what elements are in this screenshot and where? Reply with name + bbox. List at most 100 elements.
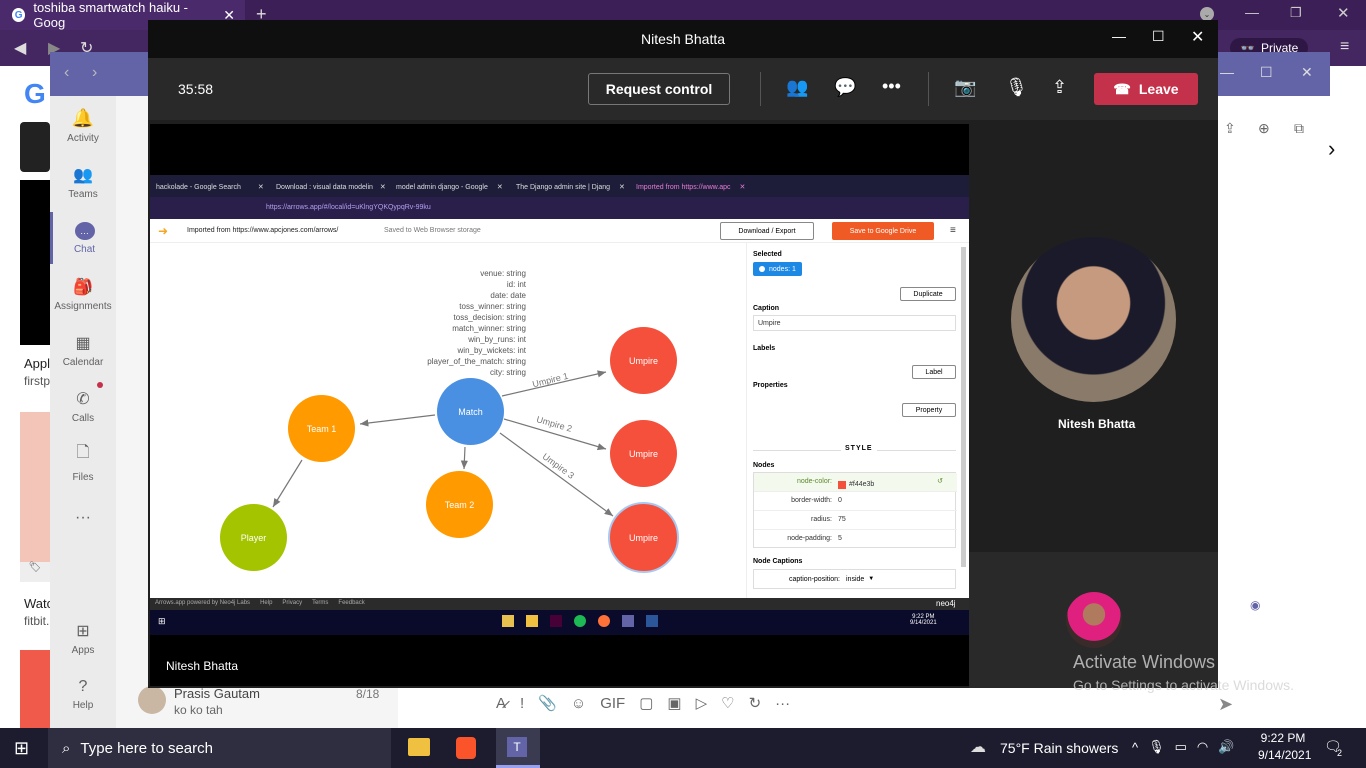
windows-start-icon[interactable]: ⊞ [14, 738, 29, 759]
chat-bubble-icon[interactable]: 💬 [834, 77, 856, 98]
stream-icon[interactable]: ▷ [696, 694, 708, 712]
teams-back-icon[interactable]: ‹ [64, 64, 69, 82]
product-image-3[interactable] [20, 650, 50, 728]
add-label-button[interactable]: Label [912, 365, 956, 379]
edge-match-team2[interactable] [460, 446, 468, 470]
microphone-icon[interactable]: 🎙 [1005, 77, 1028, 98]
footer-terms-link[interactable]: Terms [312, 600, 328, 606]
rail-apps[interactable]: ⊞ Apps [50, 612, 116, 664]
rail-label: Assignments [54, 300, 112, 312]
node-match[interactable]: Match [437, 378, 504, 445]
participant-video[interactable] [1011, 237, 1176, 402]
chevron-up-icon[interactable]: ^ [1132, 740, 1138, 755]
leave-button[interactable]: ☎ Leave [1094, 73, 1198, 105]
taskbar-search[interactable]: ⌕ Type here to search [48, 728, 391, 768]
teams-maximize-icon[interactable]: ☐ [1260, 64, 1273, 81]
rail-help[interactable]: ? Help [50, 668, 116, 720]
rail-chat[interactable]: … Chat [50, 212, 116, 264]
more-options-icon[interactable]: ··· [775, 695, 790, 712]
watch-thumbnail[interactable] [20, 122, 50, 172]
dropdown-icon[interactable]: ▼ [868, 576, 874, 582]
call-minimize-icon[interactable]: — [1112, 28, 1126, 44]
volume-icon[interactable]: 🔊 [1218, 739, 1234, 755]
browser-menu-icon[interactable]: ≡ [1340, 38, 1349, 56]
chat-header-popout-icon[interactable]: ⧉ [1294, 120, 1304, 137]
style-row-node-padding[interactable]: node-padding: 5 [754, 530, 957, 549]
node-team-2[interactable]: Team 2 [426, 471, 493, 538]
call-timer: 35:58 [178, 81, 214, 97]
caption-input[interactable]: Umpire [753, 315, 956, 331]
mic-tray-icon[interactable]: 🎙 [1148, 739, 1165, 755]
format-icon[interactable]: A̷ [496, 695, 506, 712]
share-screen-icon[interactable]: ⇪ [1052, 77, 1067, 98]
teams-close-icon[interactable]: ✕ [1301, 64, 1313, 81]
node-umpire-3-selected[interactable]: Umpire [608, 502, 679, 573]
footer-privacy-link[interactable]: Privacy [282, 600, 302, 606]
meet-icon[interactable]: ▣ [667, 694, 681, 712]
product-watch-text[interactable]: Watc [24, 596, 53, 611]
window-restore-icon[interactable]: ❐ [1290, 5, 1302, 21]
important-icon[interactable]: ! [520, 695, 524, 712]
rail-files[interactable]: 🗋 Files [50, 436, 116, 488]
rail-calendar[interactable]: ▦ Calendar [50, 324, 116, 376]
save-drive-button[interactable]: Save to Google Drive [832, 222, 934, 240]
node-player[interactable]: Player [220, 504, 287, 571]
add-property-button[interactable]: Property [902, 403, 956, 417]
tab-search-icon[interactable]: ⌄ [1200, 7, 1214, 21]
download-export-button[interactable]: Download / Export [720, 222, 814, 240]
caption-position-row[interactable]: caption-position: inside ▼ [753, 569, 956, 589]
sticker-icon[interactable]: ▢ [639, 694, 653, 712]
battery-icon[interactable]: ▭ [1175, 739, 1187, 755]
rail-more[interactable]: ··· [50, 492, 116, 544]
nodes-badge[interactable]: nodes: 1 [753, 262, 802, 276]
arrows-menu-icon[interactable]: ≡ [950, 225, 956, 236]
praise-icon[interactable]: ♡ [721, 694, 734, 712]
node-umpire-2[interactable]: Umpire [610, 420, 677, 487]
edge-team1-player[interactable] [272, 459, 303, 508]
weather-text[interactable]: 75°F Rain showers [1000, 740, 1118, 756]
taskbar-clock[interactable]: 9:22 PM 9/14/2021 [1258, 731, 1311, 762]
product-image-2[interactable] [20, 412, 50, 562]
chat-contact-name[interactable]: Prasis Gautam [174, 686, 260, 701]
chat-header-add-people-icon[interactable]: ⊕ [1258, 120, 1270, 137]
teams-forward-icon[interactable]: › [92, 64, 97, 82]
call-maximize-icon[interactable]: ☐ [1152, 28, 1165, 45]
footer-help-link[interactable]: Help [260, 600, 272, 606]
send-icon[interactable]: ➤ [1218, 694, 1233, 715]
window-close-icon[interactable]: ✕ [1337, 4, 1350, 22]
loop-icon[interactable]: ↻ [749, 694, 762, 712]
request-control-button[interactable]: Request control [588, 73, 730, 105]
gif-icon[interactable]: GIF [600, 695, 625, 712]
emoji-icon[interactable]: ☺ [571, 695, 586, 712]
panel-scrollbar[interactable] [961, 247, 966, 567]
more-actions-icon[interactable]: ••• [882, 76, 901, 97]
rail-teams[interactable]: 👥 Teams [50, 156, 116, 208]
style-row-radius[interactable]: radius: 75 [754, 511, 957, 530]
edge-match-team1[interactable] [359, 414, 436, 427]
node-team-1[interactable]: Team 1 [288, 395, 355, 462]
camera-off-icon[interactable]: 📷 [954, 77, 976, 98]
rail-assignments[interactable]: 🎒 Assignments [50, 268, 116, 320]
brave-icon[interactable] [456, 737, 476, 759]
duplicate-button[interactable]: Duplicate [900, 287, 956, 301]
attach-icon[interactable]: 📎 [538, 694, 557, 712]
footer-feedback-link[interactable]: Feedback [338, 600, 364, 606]
file-explorer-icon[interactable] [408, 738, 430, 756]
wifi-icon[interactable]: ◠ [1197, 739, 1208, 755]
back-icon[interactable]: ◀ [14, 38, 26, 58]
participants-icon[interactable]: 👥 [786, 77, 808, 98]
call-close-icon[interactable]: ✕ [1191, 27, 1204, 47]
self-avatar[interactable] [1066, 592, 1122, 648]
rail-calls[interactable]: ✆ Calls [50, 380, 116, 432]
rail-activity[interactable]: 🔔 Activity [50, 100, 116, 152]
style-row-border-width[interactable]: border-width: 0 [754, 492, 957, 511]
node-umpire-1[interactable]: Umpire [610, 327, 677, 394]
product-image[interactable] [20, 180, 50, 345]
reset-icon[interactable]: ↺ [937, 473, 943, 491]
teams-minimize-icon[interactable]: — [1220, 64, 1234, 80]
window-minimize-icon[interactable]: — [1245, 4, 1259, 20]
scroll-right-icon[interactable]: › [1328, 136, 1335, 162]
style-row-node-color[interactable]: node-color: #f44e3b ↺ [754, 473, 957, 492]
product-apple-text[interactable]: Appl [24, 356, 50, 371]
chat-header-share-icon[interactable]: ⇪ [1224, 120, 1236, 137]
